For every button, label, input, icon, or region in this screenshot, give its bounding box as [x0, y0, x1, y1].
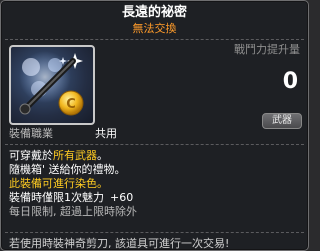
highlight-text: 所有武器: [53, 149, 97, 162]
svg-text:C: C: [66, 97, 76, 112]
category-badge: 武器: [262, 113, 302, 129]
job-row: 裝備職業 共用: [9, 127, 117, 141]
dye-notice: 此裝備可進行染色。: [9, 177, 108, 190]
item-icon-frame: C: [9, 45, 95, 125]
job-value: 共用: [95, 127, 117, 140]
description-line: 隨機箱' 送給你的禮物。: [9, 163, 126, 176]
item-tooltip: 長遠的祕密 無法交換 C 戰鬥力提升量 0 武器 裝備職業 共用 可穿戴於所有武…: [0, 0, 309, 251]
charm-bonus-value: +60: [110, 191, 134, 204]
combat-power-value: 0: [282, 69, 298, 94]
description-line: 可穿戴於所有武器。: [9, 149, 108, 162]
separator: [5, 232, 304, 233]
trade-status: 無法交換: [132, 22, 177, 35]
daily-limit-line: 每日限制, 超過上限時除外: [9, 205, 137, 218]
separator: [5, 39, 304, 40]
combat-power-label: 戰鬥力提升量: [234, 43, 300, 56]
item-name: 長遠的祕密: [121, 5, 187, 20]
item-description: 可穿戴於所有武器。 隨機箱' 送給你的禮物。 此裝備可進行染色。 裝備時僅限1次…: [9, 149, 137, 219]
separator: [5, 144, 304, 145]
job-label: 裝備職業: [9, 127, 53, 140]
charm-bonus-line: 裝備時僅限1次魅力 +60: [9, 191, 134, 204]
trade-scissors-notice: 若使用時裝神奇剪刀, 該道具可進行一次交易!: [9, 237, 230, 250]
scissors-with-gold-coin-icon: C: [19, 51, 84, 116]
